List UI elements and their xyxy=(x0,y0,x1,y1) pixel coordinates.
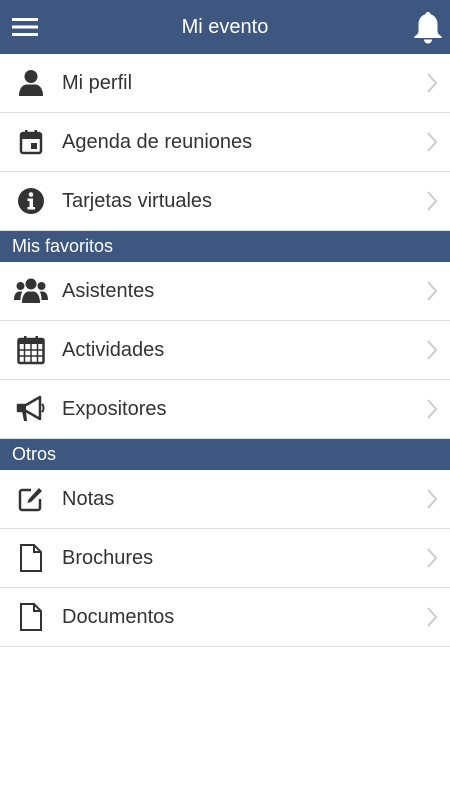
chevron-right-icon xyxy=(427,132,438,152)
menu-item-label: Mi perfil xyxy=(62,71,133,94)
menu-item-label: Asistentes xyxy=(62,279,155,302)
section-header-favoritos: Mis favoritos xyxy=(0,231,450,262)
chevron-right-icon xyxy=(427,489,438,509)
app-header: Mi evento xyxy=(0,0,450,54)
chevron-right-icon xyxy=(427,73,438,93)
section-header-otros: Otros xyxy=(0,439,450,470)
file-icon xyxy=(20,544,42,572)
menu-item-label: Actividades xyxy=(62,338,165,361)
chevron-right-icon xyxy=(427,340,438,360)
menu-list: Mi perfil Agenda de reuniones Tarjetas v… xyxy=(0,54,450,647)
menu-item-mi-perfil[interactable]: Mi perfil xyxy=(0,54,450,113)
bell-icon xyxy=(414,12,442,44)
menu-item-label: Tarjetas virtuales xyxy=(62,189,213,212)
chevron-right-icon xyxy=(427,281,438,301)
edit-note-icon xyxy=(18,488,42,512)
menu-item-tarjetas[interactable]: Tarjetas virtuales xyxy=(0,172,450,231)
menu-item-agenda[interactable]: Agenda de reuniones xyxy=(0,113,450,172)
chevron-right-icon xyxy=(427,399,438,419)
menu-button[interactable] xyxy=(10,15,40,39)
chevron-right-icon xyxy=(427,191,438,211)
user-icon xyxy=(19,70,43,96)
menu-item-documentos[interactable]: Documentos xyxy=(0,588,450,647)
menu-item-notas[interactable]: Notas xyxy=(0,470,450,529)
chevron-right-icon xyxy=(427,548,438,568)
file-icon xyxy=(20,603,42,631)
hamburger-menu-icon xyxy=(12,18,38,36)
menu-item-label: Documentos xyxy=(62,605,175,628)
chevron-right-icon xyxy=(427,607,438,627)
calendar-grid-icon xyxy=(17,336,45,365)
menu-item-asistentes[interactable]: Asistentes xyxy=(0,262,450,321)
menu-item-label: Brochures xyxy=(62,546,154,569)
megaphone-icon xyxy=(16,395,45,421)
menu-item-label: Notas xyxy=(62,487,115,510)
page-title: Mi evento xyxy=(181,15,269,38)
menu-item-label: Agenda de reuniones xyxy=(62,130,253,153)
notifications-button[interactable] xyxy=(410,8,446,46)
menu-item-expositores[interactable]: Expositores xyxy=(0,380,450,439)
calendar-day-icon xyxy=(19,130,43,155)
menu-item-brochures[interactable]: Brochures xyxy=(0,529,450,588)
menu-item-actividades[interactable]: Actividades xyxy=(0,321,450,380)
menu-item-label: Expositores xyxy=(62,397,167,420)
users-group-icon xyxy=(14,278,48,303)
info-circle-icon xyxy=(18,188,44,214)
